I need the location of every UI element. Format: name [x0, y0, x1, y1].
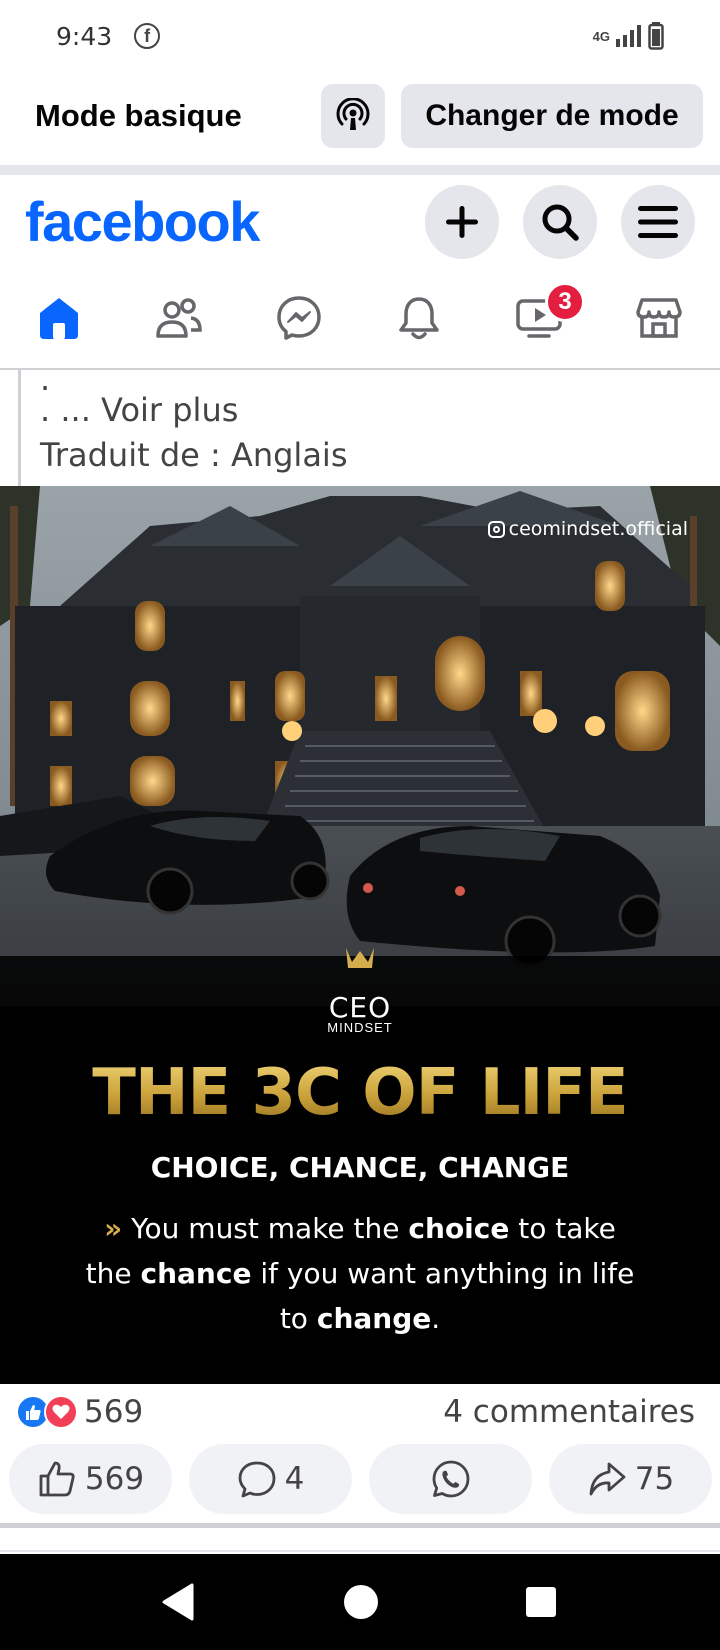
facebook-notification-icon: f	[134, 23, 161, 49]
create-button[interactable]	[425, 185, 499, 259]
mode-title: Mode basique	[35, 98, 242, 133]
image-subhead: CHOICE, CHANCE, CHANGE	[150, 1151, 570, 1184]
podcast-button[interactable]	[321, 84, 385, 148]
menu-button[interactable]	[621, 185, 695, 259]
video-badge: 3	[545, 282, 585, 322]
image-headline: THE 3C OF LIFE	[0, 1056, 720, 1130]
search-button[interactable]	[523, 185, 597, 259]
back-icon[interactable]	[160, 1582, 196, 1622]
status-time: 9:43	[56, 21, 113, 51]
marketplace-icon	[636, 298, 682, 338]
like-count: 569	[84, 1461, 145, 1497]
post-text: . . ... Voir plus Traduit de : Anglais	[18, 360, 720, 486]
menu-icon	[638, 206, 678, 238]
thumbs-up-icon	[39, 1461, 75, 1497]
watermark-text: ceomindset.official	[508, 518, 688, 540]
search-icon	[542, 204, 579, 241]
facebook-header: facebook	[0, 175, 720, 270]
image-quote: » You must make the choice to take the c…	[80, 1206, 640, 1341]
ceo-mindset-logo: CEO MINDSET	[0, 991, 720, 1035]
mode-bar: Mode basique Changer de mode	[0, 80, 720, 152]
quote-part3: if you want anything in life to	[251, 1257, 635, 1335]
tab-marketplace[interactable]	[629, 288, 689, 348]
comment-button[interactable]: 4	[189, 1444, 352, 1514]
android-navigation-bar	[0, 1554, 720, 1650]
change-mode-button[interactable]: Changer de mode	[401, 84, 703, 148]
post-text-dot: .	[40, 360, 51, 398]
reaction-count[interactable]: 569	[84, 1394, 143, 1430]
tab-video[interactable]: 3	[509, 282, 585, 348]
reaction-icons[interactable]	[16, 1395, 78, 1429]
comments-count[interactable]: 4 commentaires	[443, 1394, 695, 1430]
comment-count: 4	[284, 1461, 305, 1497]
reactions-summary: 569 4 commentaires	[0, 1388, 720, 1436]
quote-change: change	[316, 1302, 432, 1335]
plus-icon	[446, 206, 478, 238]
home-nav-icon[interactable]	[342, 1582, 380, 1622]
translation-note[interactable]: Traduit de : Anglais	[40, 433, 720, 478]
facebook-logo[interactable]: facebook	[25, 189, 260, 254]
quote-part1: You must make the	[131, 1212, 409, 1245]
messenger-icon	[277, 296, 321, 340]
status-bar: 9:43 f 4G	[0, 0, 720, 72]
comment-icon	[238, 1461, 276, 1498]
quote-choice: choice	[408, 1212, 510, 1245]
recents-icon[interactable]	[524, 1582, 558, 1622]
instagram-watermark: ceomindset.official	[487, 518, 688, 540]
logo-mindset: MINDSET	[327, 1020, 393, 1035]
bell-icon	[399, 297, 439, 340]
whatsapp-icon	[432, 1460, 469, 1498]
share-count: 75	[634, 1461, 675, 1497]
tab-friends[interactable]	[149, 288, 209, 348]
quote-prefix: »	[104, 1212, 123, 1245]
tab-notifications[interactable]	[389, 288, 449, 348]
friends-icon	[156, 298, 202, 338]
divider	[0, 1523, 720, 1528]
battery-icon	[648, 22, 664, 50]
signal-icon	[616, 25, 641, 47]
network-label: 4G	[592, 28, 610, 44]
see-more-link[interactable]: . ... Voir plus	[40, 388, 720, 433]
home-icon	[40, 298, 78, 339]
share-icon	[589, 1462, 626, 1496]
divider	[0, 1550, 720, 1552]
quote-chance: chance	[140, 1257, 252, 1290]
instagram-icon	[487, 520, 505, 538]
main-nav: 3	[0, 270, 720, 370]
tab-home[interactable]	[29, 288, 89, 348]
like-button[interactable]: 569	[9, 1444, 172, 1514]
whatsapp-share-button[interactable]	[369, 1444, 532, 1514]
quote-end: .	[431, 1302, 441, 1335]
post-image[interactable]: ceomindset.official CEO MINDSET THE 3C O…	[0, 486, 720, 1384]
status-icons: 4G	[593, 22, 664, 50]
post-actions: 569 4 75	[0, 1444, 720, 1514]
tab-messenger[interactable]	[269, 288, 329, 348]
divider	[0, 165, 720, 175]
love-reaction-icon	[44, 1395, 78, 1429]
podcast-icon	[336, 98, 370, 130]
share-button[interactable]: 75	[549, 1444, 712, 1514]
